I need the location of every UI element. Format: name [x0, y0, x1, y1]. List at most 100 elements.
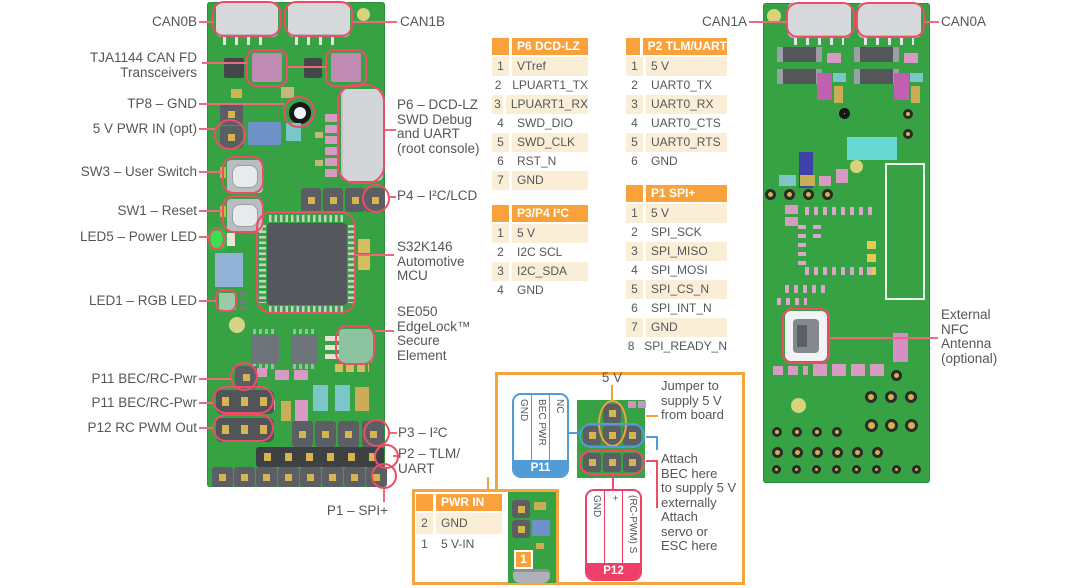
- pin-table-cell: 3: [492, 95, 503, 114]
- pin-table-cell: 5 V-IN: [436, 534, 502, 555]
- pin-table-row: 4UART0_CTS: [626, 114, 727, 133]
- pin-table-cell: 8: [626, 337, 636, 356]
- smd-component: [215, 253, 243, 287]
- callout-line: [356, 254, 394, 256]
- pin-table-row: 6SPI_INT_N: [626, 299, 727, 318]
- nfc-connector-slot: [797, 325, 807, 347]
- connector-line-orange: [646, 415, 658, 417]
- fiducial-dot: [229, 317, 245, 333]
- pin-table-row: 4GND: [492, 281, 588, 300]
- pin-table-cell: SPI_INT_N: [646, 299, 727, 318]
- pwr-in-pin: [512, 500, 530, 518]
- pin-table-cell: SPI_READY_N: [639, 337, 727, 356]
- through-hole-pad: [832, 427, 842, 437]
- tp8-test-point: [289, 102, 311, 124]
- smd-pads: [240, 292, 245, 310]
- pin-table-cell: 3: [626, 95, 643, 114]
- label-5v-pwr-in: 5 V PWR IN (opt): [80, 122, 197, 137]
- fiducial-dot: [850, 160, 863, 173]
- smd-component: [313, 385, 328, 411]
- smd-chip: [854, 47, 899, 62]
- p11-row-outline-blue: [579, 423, 645, 448]
- callout-line: [353, 21, 397, 23]
- label-se050: SE050 EdgeLock™ Secure Element: [397, 305, 487, 363]
- p2-header-pads: [264, 453, 378, 461]
- pin-table-row: 3SPI_MISO: [626, 242, 727, 261]
- p11-col-nc: NC: [550, 395, 567, 460]
- callout-line: [749, 21, 787, 23]
- smd-pads: [813, 364, 888, 376]
- mcu-leads: [348, 225, 355, 303]
- smd-chip: [854, 69, 899, 84]
- callout-line: [375, 330, 394, 332]
- smd-pads: [773, 366, 808, 375]
- through-hole-pad: [832, 465, 841, 474]
- pin-table-cell: UART0_RX: [646, 95, 727, 114]
- label-led1: LED1 – RGB LED: [80, 294, 197, 309]
- pin-table-row: 15 V: [626, 204, 727, 223]
- pwr-in-pin: [512, 520, 530, 538]
- through-hole-pad: [852, 465, 861, 474]
- smd-chip: [777, 47, 822, 62]
- p1-pin: [344, 467, 365, 487]
- through-hole-pad: [792, 427, 802, 437]
- pin-table-row: 3LPUART1_RX: [492, 95, 588, 114]
- pin-table-cell: GND: [512, 281, 588, 300]
- callout-line: [390, 196, 396, 198]
- pin-table-cell: SPI_CS_N: [646, 280, 727, 299]
- can0a-connector: [858, 3, 921, 38]
- smd-component: [286, 123, 301, 141]
- connector-pins: [864, 36, 914, 45]
- soic-chip: [251, 335, 279, 363]
- through-hole-pad: [803, 189, 814, 200]
- through-hole-pad: [765, 189, 776, 200]
- pin-table-row: 6GND: [626, 152, 727, 171]
- pin-table-corner: [626, 38, 640, 55]
- pin-table-row: 6RST_N: [492, 152, 588, 171]
- callout-line: [390, 432, 397, 434]
- through-hole-pad: [822, 189, 833, 200]
- p1-pin: [300, 467, 321, 487]
- pin-table-row: 7GND: [626, 318, 727, 337]
- smd-pads: [805, 267, 877, 275]
- pin-table-row: 3I2C_SDA: [492, 262, 588, 281]
- pin-table-cell: 1: [416, 534, 433, 555]
- through-hole-pad: [892, 465, 901, 474]
- connector-line-orange: [611, 385, 613, 400]
- pin-table-cell: GND: [512, 171, 588, 190]
- p12-pin-map: GND + (RC-PWM) S P12: [585, 489, 642, 581]
- soic-chip: [291, 335, 317, 363]
- pin-table-cell: 4: [492, 281, 509, 300]
- pin-table-title: PWR IN: [436, 494, 502, 511]
- through-hole-pad: [905, 419, 918, 432]
- smd-pads: [325, 114, 337, 178]
- label-sw3: SW3 – User Switch: [70, 165, 197, 180]
- through-hole-pad: [903, 129, 913, 139]
- smd-component: [834, 86, 843, 103]
- through-hole-pad: [905, 391, 917, 403]
- p12-col-plus: +: [605, 491, 623, 563]
- through-hole-pad: [832, 447, 843, 458]
- label-can0a: CAN0A: [941, 15, 1001, 30]
- smd-component: [819, 176, 831, 186]
- callout-line: [393, 455, 397, 457]
- callout-line: [385, 129, 396, 131]
- pin-table-cell: RST_N: [512, 152, 588, 171]
- smd-component: [358, 239, 370, 253]
- smd-component: [779, 175, 796, 186]
- pin-table-cell: UART0_CTS: [646, 114, 727, 133]
- smd-pads: [275, 370, 311, 380]
- label-p1: P1 – SPI+: [300, 504, 388, 519]
- through-hole-pad: [772, 447, 783, 458]
- smd-pads: [335, 364, 369, 372]
- pin-table-cell: LPUART1_RX: [506, 95, 588, 114]
- pin-table-cell: 1: [492, 224, 509, 243]
- pin-table-p3p4: P3/P4 I²C 15 V2I2C SCL3I2C_SDA4GND: [492, 205, 588, 300]
- p1-pin: [278, 467, 299, 487]
- connector-pins: [295, 36, 343, 45]
- pin-table-cell: 2: [626, 76, 643, 95]
- pin-table-corner: [626, 185, 643, 202]
- sw1-reset-switch: [227, 199, 263, 232]
- smd-component: [785, 205, 798, 214]
- through-hole-pad: [772, 465, 781, 474]
